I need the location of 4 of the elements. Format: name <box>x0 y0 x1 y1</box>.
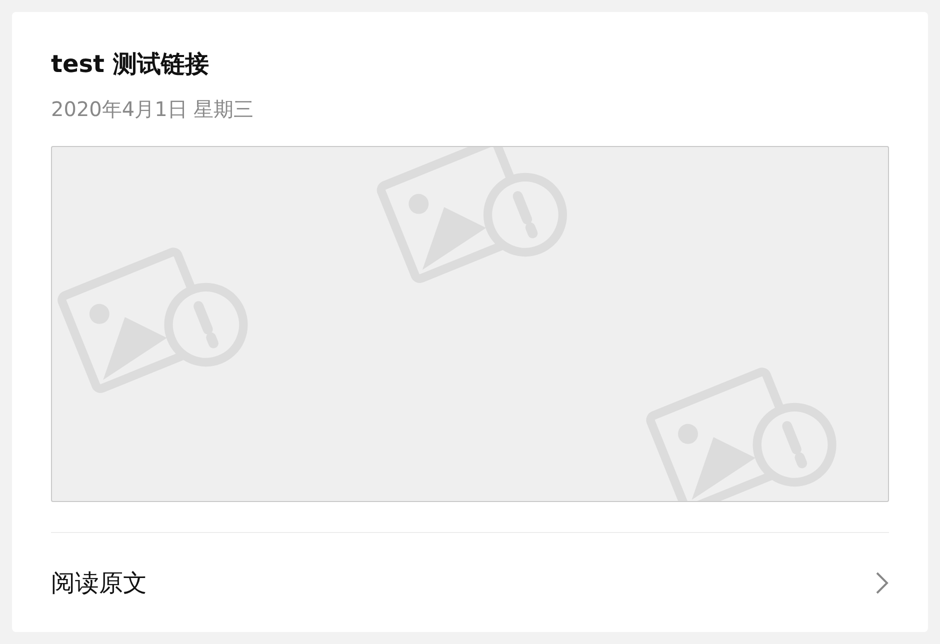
article-date: 2020年4月1日 星期三 <box>51 96 254 123</box>
chevron-right-icon <box>875 571 889 595</box>
read-original-link[interactable]: 阅读原文 <box>51 567 889 599</box>
article-title: test 测试链接 <box>51 49 209 80</box>
